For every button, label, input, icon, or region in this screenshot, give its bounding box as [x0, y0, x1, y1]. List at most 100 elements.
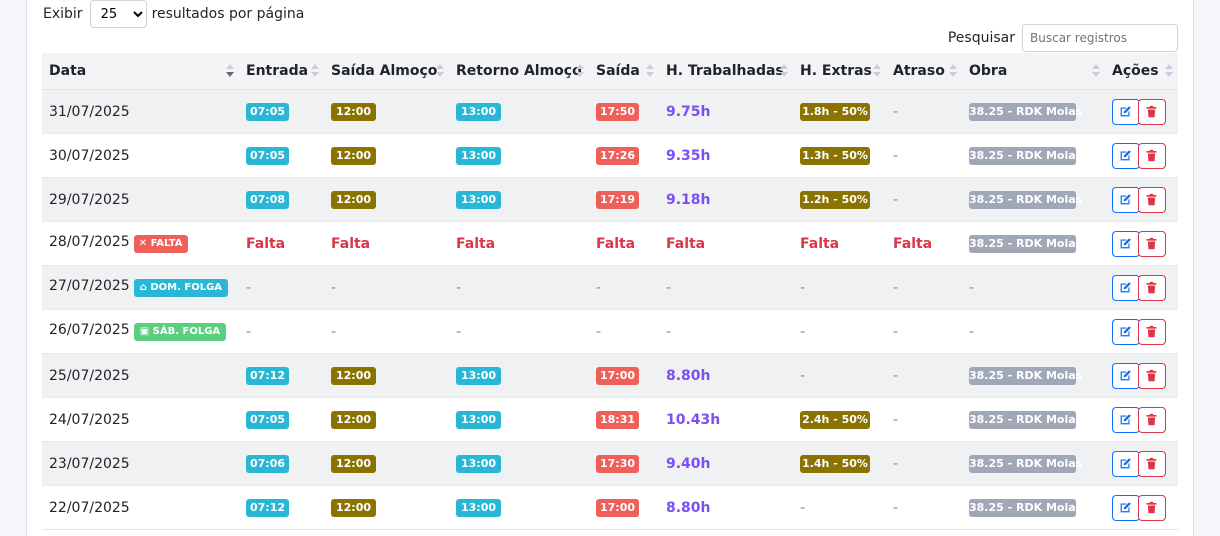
edit-button[interactable]: [1112, 230, 1140, 257]
edit-button[interactable]: [1112, 98, 1140, 125]
date-cell: 24/07/2025: [42, 397, 239, 442]
horas-extras-value: -: [800, 279, 806, 296]
table-row: 29/07/2025 07:08 12:00 13:00 17:19 9.18h 1.2h …: [42, 177, 1178, 222]
column-header[interactable]: Obra: [962, 53, 1105, 90]
sort-arrows-icon: [226, 64, 234, 78]
table-row: 25/07/2025 07:12 12:00 13:00 17:00 8.80h - - 38.…: [42, 353, 1178, 398]
entrada-badge: 07:12: [246, 366, 289, 385]
delete-button[interactable]: [1138, 142, 1166, 169]
actions-cell: [1105, 89, 1178, 134]
retorno-almoco-badge: 13:00: [456, 366, 501, 385]
records-table: Data Entrada Saída Almoço Retorno Almoço Saí…: [42, 53, 1178, 530]
records-card: Exibir 25 resultados por página Pesquisa…: [26, 0, 1194, 536]
column-header[interactable]: H. Trabalhadas: [659, 53, 793, 90]
column-header[interactable]: Data: [42, 53, 239, 90]
entrada-badge: 07:08: [246, 190, 289, 209]
horas-trabalhadas-value: Falta: [666, 235, 706, 252]
atraso-cell: -: [886, 485, 962, 530]
saida-badge: 17:26: [596, 146, 639, 165]
column-header[interactable]: Retorno Almoço: [449, 53, 589, 90]
entrada-value: Falta: [246, 235, 286, 252]
search-control: Pesquisar: [948, 24, 1178, 52]
delete-button[interactable]: [1138, 450, 1166, 477]
search-input[interactable]: [1022, 24, 1178, 52]
horas-extras-badge: 1.3h - 50%: [800, 146, 870, 165]
saida-cell: 17:00: [589, 353, 659, 398]
edit-button[interactable]: [1112, 362, 1140, 389]
sort-arrows-icon: [436, 64, 444, 78]
saida-almoco-cell: 12:00: [324, 133, 449, 178]
delete-button[interactable]: [1138, 318, 1166, 345]
retorno-almoco-cell: 13:00: [449, 89, 589, 134]
date-text: 23/07/2025: [49, 455, 130, 472]
atraso-cell: -: [886, 177, 962, 222]
entrada-cell: -: [239, 309, 324, 354]
edit-button[interactable]: [1112, 318, 1140, 345]
atraso-cell: -: [886, 397, 962, 442]
date-text: 24/07/2025: [49, 411, 130, 428]
edit-button[interactable]: [1112, 274, 1140, 301]
saida-almoco-badge: 12:00: [331, 146, 376, 165]
horas-trabalhadas-cell: 9.75h: [659, 89, 793, 134]
edit-button[interactable]: [1112, 186, 1140, 213]
horas-trabalhadas-cell: -: [659, 265, 793, 310]
date-cell: 31/07/2025: [42, 89, 239, 134]
saida-almoco-value: -: [331, 279, 337, 296]
delete-button[interactable]: [1138, 230, 1166, 257]
delete-button[interactable]: [1138, 362, 1166, 389]
column-header[interactable]: Entrada: [239, 53, 324, 90]
column-header-label: Entrada: [246, 63, 309, 79]
edit-button[interactable]: [1112, 406, 1140, 433]
edit-button[interactable]: [1112, 142, 1140, 169]
entrada-badge: 07:06: [246, 454, 289, 473]
saida-cell: 18:31: [589, 397, 659, 442]
saida-cell: 17:30: [589, 441, 659, 486]
edit-button[interactable]: [1112, 450, 1140, 477]
horas-trabalhadas-value: -: [666, 323, 672, 340]
atraso-value: Falta: [893, 235, 933, 252]
date-text: 30/07/2025: [49, 147, 130, 164]
status-badge-label: ✕ FALTA: [138, 238, 183, 249]
column-header[interactable]: Ações: [1105, 53, 1178, 90]
column-header[interactable]: Atraso: [886, 53, 962, 90]
edit-button[interactable]: [1112, 494, 1140, 521]
atraso-cell: Falta: [886, 221, 962, 266]
column-header[interactable]: Saída: [589, 53, 659, 90]
saida-badge: 17:00: [596, 498, 639, 517]
edit-icon: [1120, 325, 1131, 336]
status-badge-label: DOM. FOLGA: [150, 282, 223, 293]
page-length-select[interactable]: 25: [89, 0, 147, 28]
sort-arrows-icon: [646, 64, 654, 78]
trash-icon: [1146, 237, 1157, 249]
saida-almoco-badge: 12:00: [331, 410, 376, 429]
table-row: 31/07/2025 07:05 12:00 13:00 17:50 9.75h 1.8h …: [42, 89, 1178, 134]
delete-button[interactable]: [1138, 98, 1166, 125]
trash-icon: [1146, 457, 1157, 469]
table-row: 27/07/2025 ⌂ DOM. FOLGA - - - - - - - -: [42, 265, 1178, 310]
sort-arrows-icon: [949, 64, 957, 78]
column-header[interactable]: H. Extras: [793, 53, 886, 90]
obra-badge: 38.25 - RDK Molas: [969, 454, 1082, 473]
saida-value: -: [596, 279, 602, 296]
delete-button[interactable]: [1138, 186, 1166, 213]
column-header[interactable]: Saída Almoço: [324, 53, 449, 90]
delete-button[interactable]: [1138, 494, 1166, 521]
horas-trabalhadas-cell: 8.80h: [659, 353, 793, 398]
retorno-almoco-cell: 13:00: [449, 485, 589, 530]
entrada-cell: -: [239, 265, 324, 310]
atraso-cell: -: [886, 265, 962, 310]
horas-trabalhadas-value: 9.75h: [666, 103, 711, 120]
horas-trabalhadas-value: 9.40h: [666, 455, 711, 472]
date-cell: 23/07/2025: [42, 441, 239, 486]
delete-button[interactable]: [1138, 274, 1166, 301]
actions-cell: [1105, 265, 1178, 310]
saida-cell: -: [589, 309, 659, 354]
horas-extras-cell: 1.4h - 50%: [793, 441, 886, 486]
date-cell: 25/07/2025: [42, 353, 239, 398]
entrada-cell: 07:06: [239, 441, 324, 486]
saida-almoco-cell: 12:00: [324, 485, 449, 530]
column-header-label: Obra: [969, 63, 1008, 79]
entrada-cell: Falta: [239, 221, 324, 266]
atraso-value: -: [893, 367, 899, 384]
delete-button[interactable]: [1138, 406, 1166, 433]
